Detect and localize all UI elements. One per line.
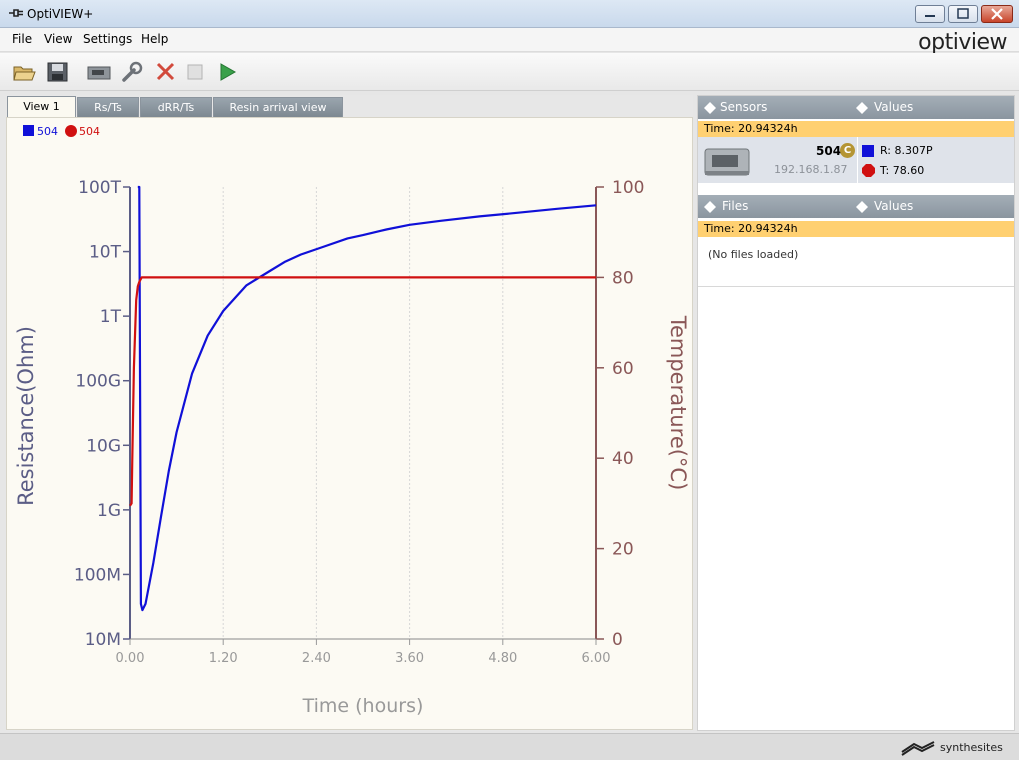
menu-file[interactable]: File <box>12 32 32 46</box>
tab-view-1[interactable]: View 1 <box>7 96 76 118</box>
delete-button[interactable] <box>154 61 178 83</box>
legend-label: 504 <box>79 125 100 138</box>
optiview-logo: optiview <box>918 30 1007 55</box>
files-header-label[interactable]: Files <box>722 199 748 213</box>
sensor-ip: 192.168.1.87 <box>774 163 848 176</box>
divider <box>857 137 858 183</box>
files-values-header-label[interactable]: Values <box>874 199 913 213</box>
y-tick-label: 10M <box>85 630 121 650</box>
open-folder-icon <box>13 66 36 81</box>
legend-square-icon <box>23 125 34 136</box>
values-header-label[interactable]: Values <box>874 100 913 114</box>
settings-button[interactable] <box>120 61 144 83</box>
synthesites-logo: synthesites <box>940 741 1003 754</box>
menu-bar: File View Settings Help <box>0 28 1019 52</box>
diamond-icon <box>856 201 868 213</box>
status-bar: synthesites <box>0 733 1019 760</box>
files-time: Time: 20.94324h <box>698 221 1014 237</box>
tab-drr-ts[interactable]: dRR/Ts <box>140 97 212 117</box>
legend-label: 504 <box>37 125 58 138</box>
delete-icon <box>156 62 175 81</box>
y2-tick-label: 100 <box>612 178 644 198</box>
x-tick-label: 4.80 <box>488 651 517 666</box>
sensors-time: Time: 20.94324h <box>698 121 1014 137</box>
maximize-icon <box>957 8 969 19</box>
resistance-marker-icon <box>862 145 874 157</box>
minimize-icon <box>925 15 935 17</box>
tab-rs-ts[interactable]: Rs/Ts <box>77 97 139 117</box>
sensor-id: 504 <box>816 144 842 158</box>
sensor-row[interactable]: 504 C 192.168.1.87 R: 8.307P T: 78.60 <box>698 137 1014 183</box>
maximize-button[interactable] <box>948 5 978 23</box>
diamond-icon <box>856 102 868 114</box>
y-tick-label: 100M <box>74 565 121 585</box>
y-tick-label: 100T <box>78 178 121 198</box>
y2-tick-label: 60 <box>612 359 634 379</box>
start-button[interactable] <box>216 61 240 83</box>
tab-resin-arrival-view[interactable]: Resin arrival view <box>213 97 343 117</box>
sensor-badge: C <box>840 143 855 158</box>
y-tick-label: 10G <box>86 436 121 456</box>
diamond-icon <box>704 201 716 213</box>
x-tick-label: 2.40 <box>302 651 331 666</box>
view-panel: View 1 Rs/Ts dRR/Ts Resin arrival view 1… <box>6 95 693 731</box>
y-tick-label: 1G <box>97 501 121 521</box>
series-line-0 <box>137 185 597 612</box>
sensor-resistance: R: 8.307P <box>880 144 933 157</box>
y2-tick-label: 80 <box>612 268 634 288</box>
y-axis-label: Resistance(Ohm) <box>14 326 38 506</box>
sensor-device-icon <box>704 148 750 176</box>
x-axis-label: Time (hours) <box>302 695 424 717</box>
y2-tick-label: 40 <box>612 449 634 469</box>
menu-settings[interactable]: Settings <box>83 32 132 46</box>
close-icon <box>991 8 1003 20</box>
temperature-marker-icon <box>862 164 875 177</box>
save-button[interactable] <box>46 61 70 83</box>
side-panel: Sensors Values Time: 20.94324h 504 C 192… <box>697 95 1015 731</box>
series-line-1 <box>129 276 596 507</box>
close-button[interactable] <box>981 5 1013 23</box>
x-tick-label: 0.00 <box>116 651 145 666</box>
stop-button[interactable] <box>184 61 208 83</box>
chart[interactable]: 10M 100M 1G 10G 100G 1T 10T 100T 0 20 40 60 80 100 0.0… <box>7 118 692 729</box>
diamond-icon <box>704 102 716 114</box>
y2-tick-label: 0 <box>612 630 623 650</box>
y-tick-label: 1T <box>100 307 122 327</box>
wrench-icon <box>122 61 143 82</box>
x-tick-label: 6.00 <box>582 651 611 666</box>
y2-tick-label: 20 <box>612 540 634 560</box>
app-plug-icon <box>9 9 23 17</box>
sensors-header: Sensors Values <box>698 96 1014 119</box>
sensor-temperature: T: 78.60 <box>880 164 925 177</box>
save-icon <box>47 62 68 82</box>
menu-view[interactable]: View <box>44 32 72 46</box>
y2-axis-label: Temperature(°C) <box>666 315 690 491</box>
x-tick-label: 1.20 <box>209 651 238 666</box>
toolbar <box>0 53 1019 91</box>
synthesites-logo-icon <box>901 741 935 756</box>
files-header: Files Values <box>698 195 1014 218</box>
y-tick-label: 100G <box>75 372 121 392</box>
minimize-button[interactable] <box>915 5 945 23</box>
play-icon <box>220 63 237 81</box>
panel-separator <box>698 286 1014 287</box>
menu-help[interactable]: Help <box>141 32 168 46</box>
title-bar: OptiVIEW+ <box>0 0 1019 28</box>
x-tick-label: 3.60 <box>395 651 424 666</box>
open-button[interactable] <box>12 61 36 83</box>
device-icon <box>87 66 111 80</box>
plot-area: 10M 100M 1G 10G 100G 1T 10T 100T 0 20 40 60 80 100 0.0… <box>6 117 693 730</box>
sensors-header-label[interactable]: Sensors <box>720 100 767 114</box>
stop-icon <box>187 64 203 80</box>
device-button[interactable] <box>86 61 111 83</box>
y-tick-label: 10T <box>89 243 122 263</box>
no-files-message: (No files loaded) <box>708 248 799 261</box>
window-title: OptiVIEW+ <box>27 7 94 21</box>
legend-circle-icon <box>65 125 77 137</box>
